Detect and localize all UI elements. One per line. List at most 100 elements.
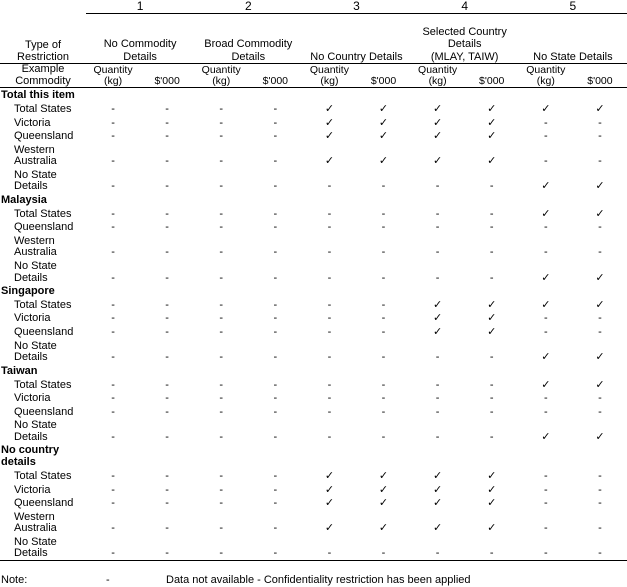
row-label: Total States	[14, 103, 72, 116]
data-cell: ✓	[356, 496, 410, 510]
dash-icon: -	[273, 246, 278, 259]
bottom-rule	[0, 560, 627, 561]
table-row: Queensland - - - - ✓ ✓ ✓ ✓ - -	[0, 129, 627, 143]
data-cell: -	[573, 391, 627, 405]
dash-icon: -	[489, 221, 494, 234]
data-cell: -	[356, 234, 410, 259]
dash-icon: -	[543, 130, 548, 143]
check-icon: ✓	[595, 430, 605, 443]
data-cell: -	[573, 405, 627, 419]
dash-icon: -	[273, 207, 278, 220]
data-cell: ✓	[573, 339, 627, 364]
data-cell: ✓	[519, 298, 573, 312]
check-icon: ✓	[595, 351, 605, 364]
note-label: Note:	[1, 573, 28, 586]
dash-icon: -	[381, 430, 386, 443]
check-icon: ✓	[378, 103, 389, 116]
section-header-spacer	[86, 443, 627, 469]
data-cell: -	[140, 483, 194, 497]
dash-icon: -	[219, 130, 224, 143]
data-cell: -	[465, 405, 519, 419]
dash-icon: -	[219, 547, 224, 560]
data-cell: ✓	[465, 116, 519, 130]
check-icon: ✓	[487, 326, 497, 339]
dash-icon: -	[111, 483, 115, 496]
dash-icon: -	[165, 483, 169, 496]
table-row: Victoria - - - - ✓ ✓ ✓ ✓ - -	[0, 116, 627, 130]
group-label-5-line-1: No State Details	[533, 50, 613, 63]
data-cell: -	[86, 102, 140, 116]
data-cell: -	[248, 535, 302, 561]
dash-icon: -	[489, 246, 494, 259]
data-cell: -	[573, 234, 627, 259]
measure-quantity-3-unit: (kg)	[320, 75, 339, 88]
data-cell: -	[248, 168, 302, 193]
table-head-group-numbers: 1 2 3 4 5 Type of Restriction No Commodi…	[0, 0, 627, 89]
data-cell: -	[519, 483, 573, 497]
dash-icon: -	[543, 116, 548, 129]
data-cell: ✓	[302, 510, 356, 535]
dash-icon: -	[381, 298, 386, 311]
check-icon: ✓	[324, 103, 335, 116]
data-cell: -	[140, 259, 194, 284]
corner-blank	[0, 0, 86, 13]
data-cell: ✓	[411, 143, 465, 168]
dash-icon: -	[381, 221, 386, 234]
dash-icon: -	[598, 483, 602, 496]
row-label: Victoria	[14, 483, 51, 496]
dash-icon: -	[435, 351, 440, 364]
note-symbol-dash: -	[106, 573, 110, 586]
dash-icon: -	[219, 378, 224, 391]
data-cell: -	[140, 102, 194, 116]
data-cell: -	[86, 259, 140, 284]
data-cell: ✓	[356, 116, 410, 130]
data-cell: -	[573, 220, 627, 234]
group-number-4: 4	[410, 0, 519, 14]
check-icon: ✓	[324, 130, 335, 143]
data-cell: -	[573, 496, 627, 510]
data-cell: -	[248, 259, 302, 284]
table-bottom-rule	[0, 560, 627, 561]
data-cell: -	[194, 496, 248, 510]
data-cell: -	[411, 405, 465, 419]
check-icon: ✓	[487, 497, 497, 510]
data-cell: -	[519, 510, 573, 535]
table-row: No State Details - - - - - - - - ✓ ✓	[0, 259, 627, 284]
data-cell: -	[465, 168, 519, 193]
check-icon: ✓	[433, 116, 443, 129]
dash-icon: -	[165, 497, 169, 510]
data-cell: ✓	[411, 298, 465, 312]
data-cell: -	[194, 168, 248, 193]
measure-value-4: $'000	[464, 63, 519, 89]
data-cell: -	[86, 207, 140, 221]
data-cell: -	[248, 298, 302, 312]
dash-icon: -	[435, 221, 440, 234]
dash-icon: -	[219, 221, 224, 234]
data-cell: -	[248, 143, 302, 168]
table-row: No State Details - - - - - - - - ✓ ✓	[0, 418, 627, 443]
check-icon: ✓	[433, 298, 443, 311]
data-cell: -	[465, 339, 519, 364]
data-cell: -	[356, 405, 410, 419]
dash-icon: -	[543, 470, 548, 483]
data-cell: -	[86, 298, 140, 312]
data-cell: -	[411, 339, 465, 364]
dash-icon: -	[219, 103, 224, 116]
data-cell: -	[302, 418, 356, 443]
dash-icon: -	[111, 246, 115, 259]
dash-icon: -	[273, 547, 278, 560]
dash-icon: -	[381, 405, 386, 418]
data-cell: -	[519, 234, 573, 259]
data-cell: -	[194, 378, 248, 392]
row-label: Queensland	[14, 130, 74, 143]
data-cell: -	[86, 168, 140, 193]
dash-icon: -	[219, 326, 224, 339]
group-label-1-line-1: No Commodity Details	[103, 38, 177, 63]
data-cell: -	[573, 325, 627, 339]
group-number-1: 1	[86, 0, 195, 14]
dash-icon: -	[219, 392, 224, 405]
dash-icon: -	[598, 392, 602, 405]
group-label-4-line-2: Details	[447, 38, 482, 51]
table-row: Total States - - - - ✓ ✓ ✓ ✓ - -	[0, 469, 627, 483]
check-icon: ✓	[541, 378, 551, 391]
